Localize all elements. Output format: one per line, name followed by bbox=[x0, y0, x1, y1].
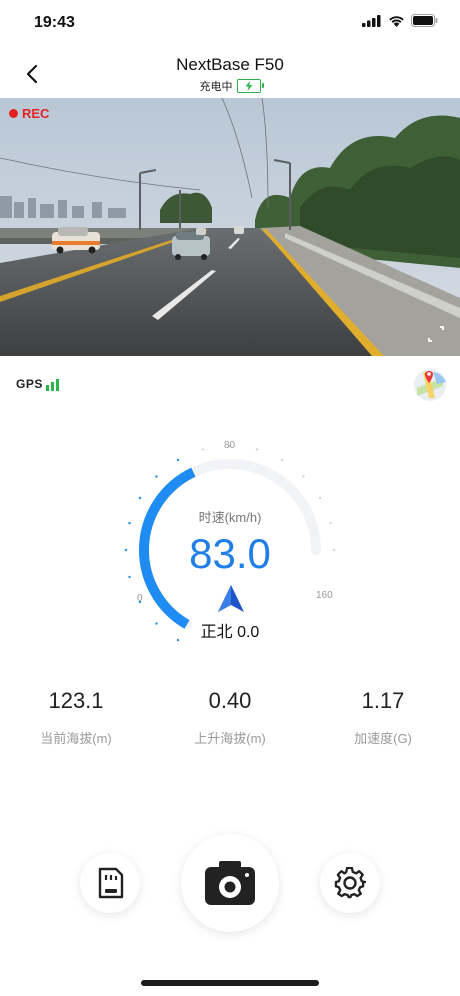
capture-photo-button[interactable] bbox=[181, 834, 279, 932]
stat-acceleration: 1.17 加速度(G) bbox=[318, 688, 448, 747]
page-title: NextBase F50 bbox=[176, 55, 284, 74]
speed-value: 83.0 bbox=[189, 530, 271, 577]
stat-altitude-gain: 0.40 上升海拔(m) bbox=[165, 688, 295, 747]
gauge-tick-dot bbox=[280, 458, 284, 462]
speed-label: 时速(km/h) bbox=[198, 510, 262, 525]
heading-readout: 正北 0.0 bbox=[200, 624, 260, 641]
settings-button[interactable] bbox=[320, 853, 380, 913]
sd-card-button[interactable] bbox=[80, 853, 140, 913]
record-dot-icon bbox=[9, 109, 18, 118]
recording-indicator: REC bbox=[9, 106, 49, 121]
gauge-tick-dot bbox=[176, 458, 180, 462]
gauge-tick-dot bbox=[302, 475, 305, 478]
charging-status: 充电中 bbox=[0, 78, 460, 94]
cellular-signal-icon bbox=[362, 14, 381, 27]
stat-label: 当前海拔(m) bbox=[40, 731, 112, 746]
stat-label: 上升海拔(m) bbox=[194, 731, 266, 746]
gps-status: GPS bbox=[16, 377, 60, 391]
signal-bars-icon bbox=[45, 379, 59, 391]
stat-value: 0.40 bbox=[208, 688, 252, 713]
map-button[interactable] bbox=[413, 368, 447, 402]
charging-label: 充电中 bbox=[199, 81, 233, 93]
road-scene-image bbox=[0, 98, 460, 356]
gauge-tick-dot bbox=[155, 475, 158, 478]
gauge-mid-label: 80 bbox=[224, 440, 236, 451]
gauge-max-label: 160 bbox=[316, 590, 333, 601]
stat-value: 123.1 bbox=[48, 688, 104, 713]
gauge-tick-dot bbox=[201, 448, 205, 451]
sd-card-icon bbox=[98, 867, 124, 899]
status-time: 19:43 bbox=[34, 14, 75, 31]
stat-label: 加速度(G) bbox=[354, 731, 412, 746]
fullscreen-icon bbox=[428, 326, 444, 342]
live-video-feed[interactable] bbox=[0, 98, 460, 356]
gear-icon bbox=[334, 867, 366, 899]
fullscreen-button[interactable] bbox=[426, 324, 446, 344]
charging-battery-icon bbox=[236, 79, 264, 93]
gauge-min-label: 0 bbox=[137, 593, 143, 604]
stat-current-altitude: 123.1 当前海拔(m) bbox=[11, 688, 141, 747]
gps-label: GPS bbox=[16, 377, 43, 391]
navigation-arrow-icon bbox=[218, 585, 244, 612]
home-indicator bbox=[141, 980, 319, 986]
stat-value: 1.17 bbox=[361, 688, 405, 713]
gauge-tick-dot bbox=[255, 448, 259, 451]
wifi-icon bbox=[389, 15, 404, 27]
battery-icon bbox=[411, 14, 438, 27]
gauge-tick-dot bbox=[138, 496, 142, 500]
map-pin-icon bbox=[414, 369, 446, 401]
rec-label: REC bbox=[22, 106, 50, 121]
camera-icon bbox=[205, 861, 255, 905]
status-icons bbox=[362, 14, 438, 27]
gauge-tick-dot bbox=[318, 496, 322, 500]
